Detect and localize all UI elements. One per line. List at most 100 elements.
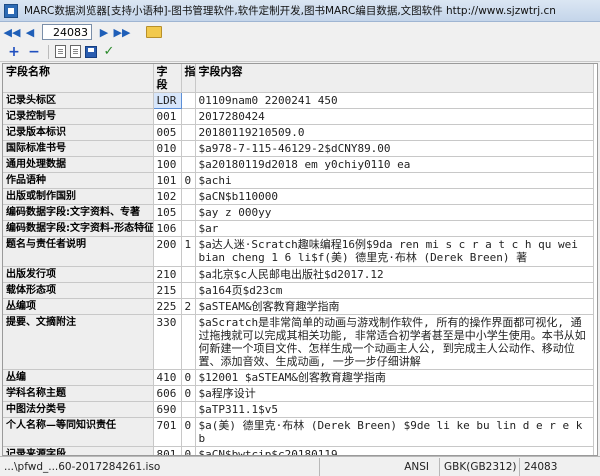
- field-tag-cell[interactable]: 200: [153, 236, 182, 267]
- field-content-cell[interactable]: $achi: [195, 172, 594, 189]
- field-tag-cell[interactable]: 210: [153, 266, 182, 283]
- table-row[interactable]: 提要、文摘附注 330 $aScratch是非常简单的动画与游戏制作软件, 所有的操…: [3, 314, 594, 370]
- copy-icon[interactable]: [55, 45, 66, 58]
- field-content-cell[interactable]: $a978-7-115-46129-2$dCNY89.00: [195, 140, 594, 157]
- field-tag-cell[interactable]: 215: [153, 282, 182, 299]
- table-row[interactable]: 国际标准书号 010 $a978-7-115-46129-2$dCNY89.00: [3, 140, 594, 157]
- indicator-cell[interactable]: 1: [181, 236, 196, 267]
- table-row[interactable]: 记录头标区 LDR 01109nam0 2200241 450: [3, 92, 594, 109]
- field-content-cell[interactable]: $a164页$d23cm: [195, 282, 594, 299]
- indicator-cell[interactable]: [181, 188, 196, 205]
- field-tag-cell[interactable]: 606: [153, 385, 182, 402]
- field-content-cell[interactable]: $aCN$bwtcip$c20180119: [195, 446, 594, 455]
- table-row[interactable]: 编码数据字段:文字资料-形态特征 106 $ar: [3, 220, 594, 237]
- indicator-cell[interactable]: [181, 282, 196, 299]
- field-tag-cell[interactable]: 001: [153, 108, 182, 125]
- indicator-cell[interactable]: [181, 204, 196, 221]
- indicator-cell[interactable]: [181, 266, 196, 283]
- check-icon[interactable]: ✓: [101, 44, 117, 60]
- field-content-cell[interactable]: $aCN$b110000: [195, 188, 594, 205]
- header-field-name[interactable]: 字段名称: [3, 64, 154, 93]
- indicator-cell[interactable]: [181, 220, 196, 237]
- field-tag-cell[interactable]: 102: [153, 188, 182, 205]
- table-row[interactable]: 记录版本标识 005 20180119210509.0: [3, 124, 594, 141]
- app-icon: [4, 3, 18, 18]
- indicator-cell[interactable]: 0: [181, 369, 196, 386]
- previous-record-icon[interactable]: ◀: [22, 24, 38, 40]
- field-tag-cell[interactable]: 410: [153, 369, 182, 386]
- marc-field-grid[interactable]: 字段名称 字段 指 字段内容 记录头标区 LDR 01109nam0 2200241…: [2, 63, 598, 456]
- field-content-cell[interactable]: $ar: [195, 220, 594, 237]
- indicator-cell[interactable]: [181, 92, 196, 109]
- field-tag-cell[interactable]: 690: [153, 401, 182, 418]
- field-name-cell: 中图法分类号: [3, 401, 154, 418]
- field-content-cell[interactable]: $aTP311.1$v5: [195, 401, 594, 418]
- save-icon[interactable]: [85, 45, 97, 58]
- table-row[interactable]: 记录来源字段 801 0 $aCN$bwtcip$c20180119: [3, 446, 594, 455]
- field-content-cell[interactable]: $aScratch是非常简单的动画与游戏制作软件, 所有的操作界面都可视化, 通…: [195, 314, 594, 370]
- last-record-icon[interactable]: ▶▶: [114, 24, 131, 40]
- field-content-cell[interactable]: $a程序设计: [195, 385, 594, 402]
- open-folder-icon[interactable]: [146, 26, 162, 38]
- field-tag-cell[interactable]: 225: [153, 298, 182, 315]
- table-row[interactable]: 载体形态项 215 $a164页$d23cm: [3, 282, 594, 299]
- field-content-cell[interactable]: $a北京$c人民邮电出版社$d2017.12: [195, 266, 594, 283]
- table-row[interactable]: 出版或制作国别 102 $aCN$b110000: [3, 188, 594, 205]
- next-record-icon[interactable]: ▶: [96, 24, 112, 40]
- field-content-cell[interactable]: $aSTEAM&创客教育趣学指南: [195, 298, 594, 315]
- table-row[interactable]: 个人名称—等同知识责任 701 0 $a(美) 德里克·布林 (Derek Breen…: [3, 417, 594, 447]
- field-content-cell[interactable]: 01109nam0 2200241 450: [195, 92, 594, 109]
- table-row[interactable]: 作品语种 101 0 $achi: [3, 172, 594, 189]
- field-tag-cell[interactable]: 330: [153, 314, 182, 370]
- field-content-cell[interactable]: $12001 $aSTEAM&创客教育趣学指南: [195, 369, 594, 386]
- field-tag-cell[interactable]: 005: [153, 124, 182, 141]
- table-row[interactable]: 题名与责任者说明 200 1 $a达人迷·Scratch趣味编程16例$9da ren…: [3, 236, 594, 267]
- table-row[interactable]: 记录控制号 001 2017280424: [3, 108, 594, 125]
- table-row[interactable]: 出版发行项 210 $a北京$c人民邮电出版社$d2017.12: [3, 266, 594, 283]
- indicator-cell[interactable]: [181, 108, 196, 125]
- remove-field-icon[interactable]: −: [26, 44, 42, 60]
- status-charset: GBK(GB2312): [440, 457, 520, 476]
- field-tag-cell[interactable]: 106: [153, 220, 182, 237]
- field-content-cell[interactable]: $a20180119d2018 em y0chiy0110 ea: [195, 156, 594, 173]
- indicator-cell[interactable]: [181, 140, 196, 157]
- header-indicator[interactable]: 指: [181, 64, 196, 93]
- field-name-cell: 记录来源字段: [3, 446, 154, 455]
- field-content-cell[interactable]: 2017280424: [195, 108, 594, 125]
- field-tag-cell[interactable]: LDR: [152, 92, 182, 109]
- indicator-cell[interactable]: 0: [181, 446, 196, 455]
- header-field-content[interactable]: 字段内容: [195, 64, 594, 93]
- field-name-cell: 记录头标区: [3, 92, 154, 109]
- field-content-cell[interactable]: $ay z 000yy: [195, 204, 594, 221]
- first-record-icon[interactable]: ◀◀: [4, 24, 21, 40]
- field-content-cell[interactable]: $a达人迷·Scratch趣味编程16例$9da ren mi s c r a …: [195, 236, 594, 267]
- indicator-cell[interactable]: [181, 314, 196, 370]
- table-row[interactable]: 中图法分类号 690 $aTP311.1$v5: [3, 401, 594, 418]
- table-row[interactable]: 学科名称主题 606 0 $a程序设计: [3, 385, 594, 402]
- field-name-cell: 丛编: [3, 369, 154, 386]
- field-tag-cell[interactable]: 801: [153, 446, 182, 455]
- table-row[interactable]: 编码数据字段:文字资料、专著 105 $ay z 000yy: [3, 204, 594, 221]
- indicator-cell[interactable]: 2: [181, 298, 196, 315]
- indicator-cell[interactable]: 0: [181, 417, 196, 447]
- indicator-cell[interactable]: 0: [181, 385, 196, 402]
- add-field-icon[interactable]: +: [6, 44, 22, 60]
- table-row[interactable]: 丛编项 225 2 $aSTEAM&创客教育趣学指南: [3, 298, 594, 315]
- field-tag-cell[interactable]: 101: [153, 172, 182, 189]
- field-content-cell[interactable]: $a(美) 德里克·布林 (Derek Breen) $9de li ke bu…: [195, 417, 594, 447]
- paste-icon[interactable]: [70, 45, 81, 58]
- field-tag-cell[interactable]: 701: [153, 417, 182, 447]
- field-tag-cell[interactable]: 100: [153, 156, 182, 173]
- field-name-cell: 作品语种: [3, 172, 154, 189]
- field-content-cell[interactable]: 20180119210509.0: [195, 124, 594, 141]
- indicator-cell[interactable]: 0: [181, 172, 196, 189]
- record-number-input[interactable]: [42, 24, 92, 40]
- table-row[interactable]: 丛编 410 0 $12001 $aSTEAM&创客教育趣学指南: [3, 369, 594, 386]
- field-tag-cell[interactable]: 010: [153, 140, 182, 157]
- indicator-cell[interactable]: [181, 124, 196, 141]
- field-tag-cell[interactable]: 105: [153, 204, 182, 221]
- indicator-cell[interactable]: [181, 401, 196, 418]
- table-row[interactable]: 通用处理数据 100 $a20180119d2018 em y0chiy0110 e…: [3, 156, 594, 173]
- indicator-cell[interactable]: [181, 156, 196, 173]
- header-field-tag[interactable]: 字段: [153, 64, 182, 93]
